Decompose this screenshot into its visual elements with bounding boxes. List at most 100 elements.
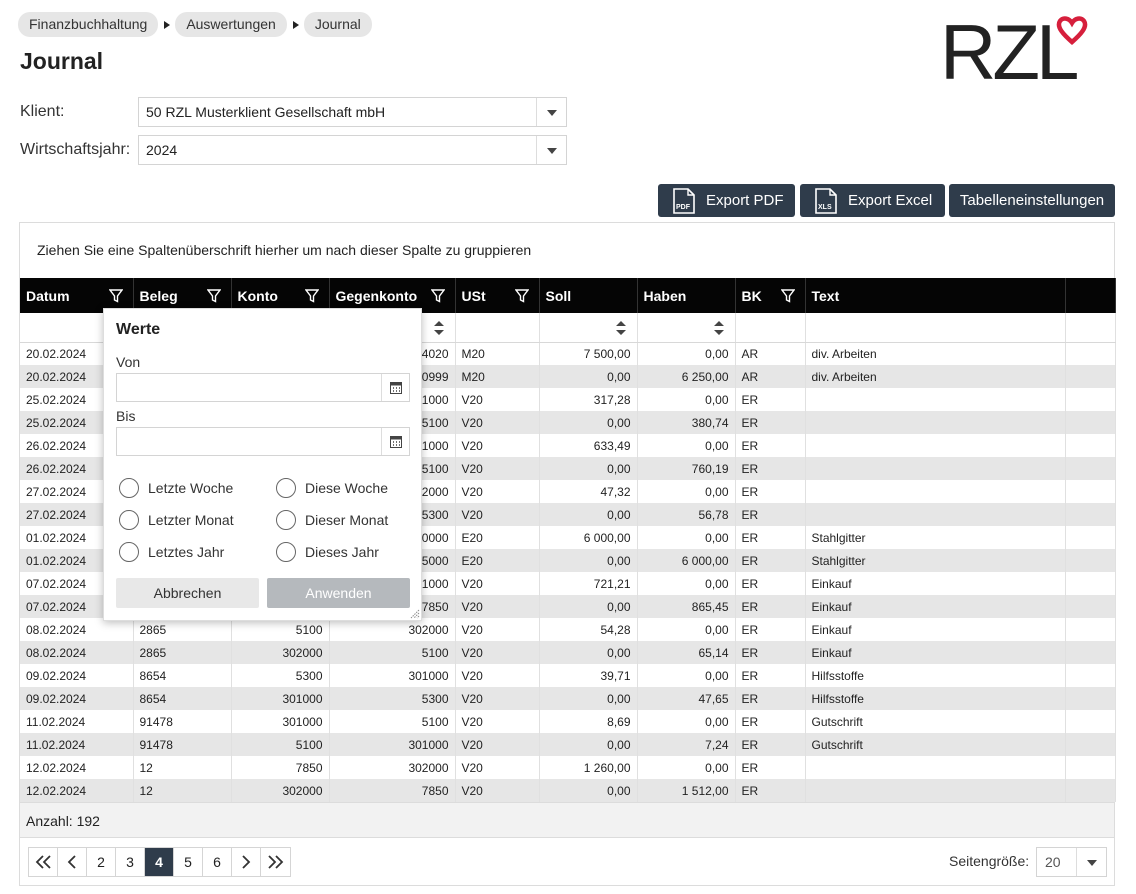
filter-icon[interactable] bbox=[514, 289, 529, 303]
filter-icon[interactable] bbox=[430, 289, 445, 303]
page-button[interactable]: 3 bbox=[116, 848, 145, 876]
first-page-button[interactable] bbox=[29, 848, 58, 876]
radio-last-week[interactable]: Letzte Woche bbox=[119, 478, 233, 498]
next-page-button[interactable] bbox=[232, 848, 261, 876]
column-header-label: Konto bbox=[237, 287, 278, 304]
table-cell: ER bbox=[735, 756, 806, 779]
filter-icon[interactable] bbox=[206, 289, 221, 303]
radio-circle[interactable] bbox=[119, 542, 139, 562]
sort-icon[interactable] bbox=[713, 319, 725, 337]
radio-label: Letzte Woche bbox=[148, 480, 234, 496]
table-row[interactable]: 11.02.2024 91478 301000 5100 V20 8,69 0,00 ER Gu… bbox=[20, 710, 1116, 733]
sort-icon[interactable] bbox=[615, 319, 627, 337]
table-cell: V20 bbox=[455, 572, 540, 595]
column-header-soll[interactable]: Soll bbox=[539, 278, 638, 313]
year-select-value: 2024 bbox=[146, 142, 178, 158]
prev-page-button[interactable] bbox=[58, 848, 87, 876]
column-header-label: Text bbox=[811, 287, 840, 304]
column-header-text[interactable]: Text bbox=[805, 278, 1066, 313]
page-button[interactable]: 5 bbox=[174, 848, 203, 876]
radio-circle[interactable] bbox=[276, 510, 296, 530]
radio-last-year[interactable]: Letztes Jahr bbox=[119, 542, 224, 562]
pdf-icon-text: PDF bbox=[676, 204, 691, 211]
group-panel[interactable]: Ziehen Sie eine Spaltenüberschrift hierh… bbox=[20, 223, 1114, 279]
table-cell: 47,65 bbox=[637, 687, 736, 710]
client-dropdown-button[interactable] bbox=[536, 98, 566, 126]
radio-this-week[interactable]: Diese Woche bbox=[276, 478, 388, 498]
radio-circle[interactable] bbox=[276, 478, 296, 498]
table-cell-spacer bbox=[1065, 572, 1116, 595]
table-cell-spacer bbox=[1065, 756, 1116, 779]
table-row[interactable]: 11.02.2024 91478 5100 301000 V20 0,00 7,24 ER Gu… bbox=[20, 733, 1116, 756]
breadcrumb-auswertungen[interactable]: Auswertungen bbox=[175, 12, 287, 37]
to-date-input[interactable] bbox=[116, 427, 410, 456]
table-cell: 0,00 bbox=[637, 618, 736, 641]
filter-icon[interactable] bbox=[780, 289, 795, 303]
client-select[interactable]: 50 RZL Musterklient Gesellschaft mbH bbox=[138, 97, 567, 127]
table-cell: 09.02.2024 bbox=[20, 687, 134, 710]
page-button[interactable]: 6 bbox=[203, 848, 232, 876]
from-calendar-button[interactable] bbox=[381, 374, 409, 401]
column-header-bk[interactable]: BK bbox=[735, 278, 806, 313]
year-select[interactable]: 2024 bbox=[138, 135, 567, 165]
export-excel-button[interactable]: XLS Export Excel bbox=[800, 184, 945, 217]
radio-circle[interactable] bbox=[276, 542, 296, 562]
radio-circle[interactable] bbox=[119, 478, 139, 498]
table-row[interactable]: 08.02.2024 2865 5100 302000 V20 54,28 0,00 ER Ei… bbox=[20, 618, 1116, 641]
table-cell: 0,00 bbox=[637, 480, 736, 503]
last-page-button[interactable] bbox=[261, 848, 290, 876]
table-row[interactable]: 12.02.2024 12 7850 302000 V20 1 260,00 0,00 ER bbox=[20, 756, 1116, 779]
radio-label: Diese Woche bbox=[305, 480, 389, 496]
filter-cell-text[interactable] bbox=[805, 313, 1066, 343]
column-header-label: BK bbox=[741, 287, 762, 304]
column-header-haben[interactable]: Haben bbox=[637, 278, 736, 313]
filter-cell-haben[interactable] bbox=[637, 313, 736, 343]
from-date-input[interactable] bbox=[116, 373, 410, 402]
table-cell: ER bbox=[735, 388, 806, 411]
table-cell-spacer bbox=[1065, 457, 1116, 480]
apply-button[interactable]: Anwenden bbox=[267, 578, 410, 608]
breadcrumb-journal[interactable]: Journal bbox=[303, 12, 372, 37]
radio-this-month[interactable]: Dieser Monat bbox=[276, 510, 388, 530]
export-pdf-button[interactable]: PDF Export PDF bbox=[658, 184, 795, 217]
table-cell: 8654 bbox=[133, 687, 232, 710]
date-filter-popup: Werte Von Bis Letzte Woche Diese Woche L… bbox=[103, 308, 422, 621]
table-cell: 0,00 bbox=[637, 526, 736, 549]
xls-file-icon: XLS bbox=[815, 187, 837, 214]
table-cell: 0,00 bbox=[637, 434, 736, 457]
page-button-active[interactable]: 4 bbox=[145, 848, 174, 876]
filter-icon[interactable] bbox=[304, 289, 319, 303]
page-button[interactable]: 2 bbox=[87, 848, 116, 876]
table-cell: ER bbox=[735, 664, 806, 687]
filter-cell-bk[interactable] bbox=[735, 313, 806, 343]
to-calendar-button[interactable] bbox=[381, 428, 409, 455]
table-cell-spacer bbox=[1065, 480, 1116, 503]
filter-cell-soll[interactable] bbox=[539, 313, 638, 343]
table-cell: 6 250,00 bbox=[637, 365, 736, 388]
table-cell: V20 bbox=[455, 664, 540, 687]
radio-last-month[interactable]: Letzter Monat bbox=[119, 510, 234, 530]
page-size-select[interactable]: 20 bbox=[1036, 847, 1107, 877]
filter-icon[interactable] bbox=[108, 289, 123, 303]
cancel-button[interactable]: Abbrechen bbox=[116, 578, 259, 608]
column-header-ust[interactable]: USt bbox=[455, 278, 540, 313]
table-settings-button[interactable]: Tabelleneinstellungen bbox=[949, 184, 1115, 217]
year-dropdown-button[interactable] bbox=[536, 136, 566, 164]
table-row[interactable]: 09.02.2024 8654 301000 5300 V20 0,00 47,65 ER Hi… bbox=[20, 687, 1116, 710]
table-cell: 47,32 bbox=[539, 480, 638, 503]
page-size-dropdown-button[interactable] bbox=[1076, 848, 1106, 876]
table-row[interactable]: 09.02.2024 8654 5300 301000 V20 39,71 0,00 ER Hi… bbox=[20, 664, 1116, 687]
table-row[interactable]: 08.02.2024 2865 302000 5100 V20 0,00 65,14 ER Ei… bbox=[20, 641, 1116, 664]
resize-handle-icon[interactable] bbox=[410, 609, 420, 619]
radio-circle[interactable] bbox=[119, 510, 139, 530]
table-cell: M20 bbox=[455, 365, 540, 388]
filter-cell-ust[interactable] bbox=[455, 313, 540, 343]
sort-icon[interactable] bbox=[433, 319, 445, 337]
radio-this-year[interactable]: Dieses Jahr bbox=[276, 542, 379, 562]
year-label: Wirtschaftsjahr: bbox=[20, 141, 131, 158]
table-cell-spacer bbox=[1065, 526, 1116, 549]
table-row[interactable]: 12.02.2024 12 302000 7850 V20 0,00 1 512,00 ER bbox=[20, 779, 1116, 802]
table-cell: AR bbox=[735, 365, 806, 388]
page-size-label: Seitengröße: bbox=[949, 853, 1030, 869]
breadcrumb-finanzbuchhaltung[interactable]: Finanzbuchhaltung bbox=[18, 12, 159, 37]
